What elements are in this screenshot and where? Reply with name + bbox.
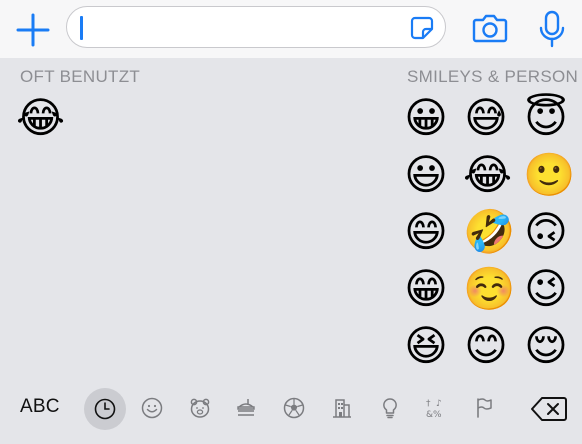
category-recent[interactable] [84, 388, 126, 430]
emoji-key[interactable]: 😃 [403, 152, 449, 198]
building-icon [333, 399, 351, 418]
food-icon [237, 399, 255, 416]
emoji-category-bar: ABC † ♪ &% [0, 384, 582, 444]
category-activity[interactable] [274, 388, 314, 428]
category-flags[interactable] [464, 388, 504, 428]
category-travel[interactable] [322, 388, 362, 428]
emoji-key[interactable]: 🙂 [523, 152, 575, 198]
emoji-key[interactable]: 😇 [523, 95, 569, 141]
ball-icon [283, 397, 305, 419]
emoji-key[interactable]: 🤣 [463, 209, 515, 255]
clock-icon [94, 398, 116, 420]
delete-icon[interactable] [530, 396, 568, 422]
flag-icon [477, 398, 492, 418]
smiley-icon [141, 397, 163, 419]
category-objects[interactable] [370, 388, 410, 428]
svg-text:†: † [426, 399, 431, 409]
emoji-key[interactable]: 😌 [523, 323, 569, 369]
category-food[interactable] [226, 388, 266, 428]
abc-keyboard-button[interactable]: ABC [20, 396, 60, 418]
emoji-grid: OFT BENUTZT SMILEYS & PERSON 😂 😀 😅 😇 😃 😂… [0, 0, 582, 380]
emoji-key[interactable]: 😂 [16, 95, 65, 141]
svg-text:♪: ♪ [436, 399, 442, 409]
symbols-icon: † ♪ &% [426, 399, 442, 420]
emoji-key[interactable]: 🙃 [523, 209, 569, 255]
emoji-key[interactable]: 😄 [403, 209, 449, 255]
emoji-key[interactable]: 😁 [403, 266, 449, 312]
emoji-key[interactable]: 😊 [463, 323, 509, 369]
svg-text:&%: &% [426, 410, 442, 420]
category-smileys[interactable] [132, 388, 172, 428]
emoji-key[interactable]: 😂 [463, 152, 512, 198]
emoji-key[interactable]: 😆 [403, 323, 449, 369]
section-title-frequent: OFT BENUTZT [20, 67, 141, 86]
category-animals[interactable] [180, 388, 220, 428]
emoji-key[interactable]: 😉 [523, 266, 569, 312]
bulb-icon [383, 398, 397, 419]
section-title-smileys: SMILEYS & PERSON [407, 67, 579, 86]
emoji-key[interactable]: 😅 [463, 95, 509, 141]
category-symbols[interactable]: † ♪ &% [416, 388, 456, 428]
bear-icon [190, 398, 210, 418]
emoji-key[interactable]: 😀 [403, 95, 449, 141]
emoji-key[interactable]: ☺️ [463, 266, 515, 312]
